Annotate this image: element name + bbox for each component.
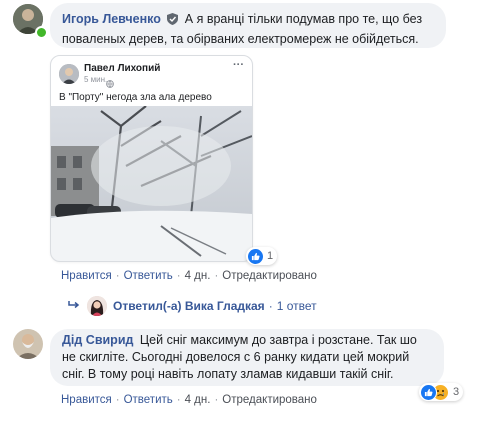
post-menu-icon[interactable]: ··· (233, 59, 244, 71)
comment-timestamp[interactable]: 4 дн. (185, 270, 211, 282)
comment-text-line-3: сніг. В тому році навіть лопату зламав к… (62, 367, 394, 381)
reply-summary-text[interactable]: Ответил(-а) Вика Гладкая (113, 299, 265, 313)
like-button[interactable]: Нравится (61, 394, 112, 406)
comment-author[interactable]: Игорь Левченко (62, 12, 161, 26)
edited-label[interactable]: Отредактировано (222, 394, 317, 406)
shared-post-text: В "Порту" негода зла ала дерево (59, 92, 212, 103)
avatar-vika (87, 296, 107, 316)
reply-count[interactable]: 1 ответ (277, 299, 317, 313)
like-reaction-icon (420, 383, 437, 401)
comment-text-line-2: не скигліте. Сьогодні довелося с 6 ранку… (62, 350, 410, 364)
comment-author[interactable]: Дід Свирид (62, 333, 133, 347)
comment-timestamp[interactable]: 4 дн. (185, 394, 211, 406)
reactions-summary-1[interactable]: 1 (246, 247, 278, 265)
comment-actions-2: Нравится · Ответить · 4 дн. · Отредактировано (61, 394, 317, 406)
reply-button[interactable]: Ответить (124, 270, 173, 282)
avatar-pavel[interactable] (59, 64, 79, 84)
shared-post-time: 5 мин. (84, 75, 108, 84)
shared-post-card[interactable]: Павел Лихопий 5 мин. ··· В "Порту" негод… (50, 55, 253, 262)
comment-bubble-igor: Игорь Левченко А я вранці тільки подумав… (50, 3, 446, 48)
shared-post-author[interactable]: Павел Лихопий (84, 63, 160, 74)
avatar-did[interactable] (13, 329, 43, 359)
online-indicator (35, 26, 48, 39)
comment-actions-1: Нравится · Ответить · 4 дн. · Отредактировано (61, 270, 317, 282)
like-reaction-icon (247, 247, 264, 265)
edited-label[interactable]: Отредактировано (222, 270, 317, 282)
snow-photo[interactable] (51, 106, 252, 261)
reply-button[interactable]: Ответить (124, 394, 173, 406)
reactions-summary-2[interactable]: 3 (419, 383, 464, 401)
comment-bubble-did: Дід Свирид Цей сніг максимум до завтра і… (50, 329, 444, 386)
shield-badge-icon (167, 12, 179, 30)
globe-icon (106, 75, 114, 93)
reply-arrow-icon (68, 297, 80, 315)
comment-text-line-1: Цей сніг максимум до завтра і розстане. … (139, 333, 417, 347)
like-button[interactable]: Нравится (61, 270, 112, 282)
reaction-count-2: 3 (453, 386, 460, 398)
reaction-count-1: 1 (267, 250, 274, 262)
reply-summary[interactable]: Ответил(-а) Вика Гладкая · 1 ответ (68, 294, 317, 318)
